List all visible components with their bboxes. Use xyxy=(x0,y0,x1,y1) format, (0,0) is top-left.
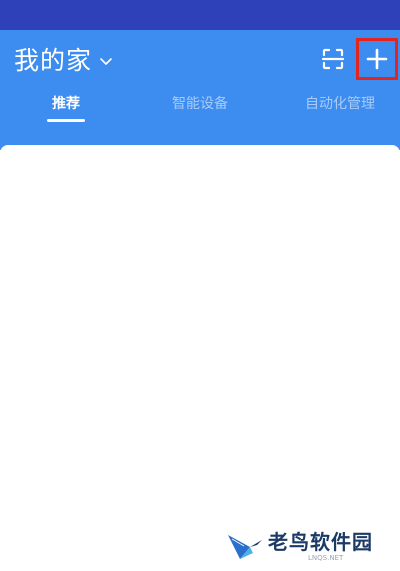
home-selector[interactable]: 我的家 xyxy=(14,44,114,78)
watermark-name: 老鸟软件园 xyxy=(268,529,373,554)
bird-logo-icon xyxy=(228,534,262,559)
tab-bar: 推荐 智能设备 自动化管理 xyxy=(0,90,400,130)
scan-button[interactable] xyxy=(318,44,348,74)
tab-label: 自动化管理 xyxy=(305,96,375,112)
tab-active-indicator xyxy=(47,119,85,122)
tab-smart-devices[interactable]: 智能设备 xyxy=(160,90,240,126)
plus-icon xyxy=(366,48,388,70)
tab-label: 推荐 xyxy=(52,96,80,112)
app-header: 我的家 推荐 智能设备 自动化管理 xyxy=(0,30,400,150)
tab-label: 智能设备 xyxy=(172,96,228,112)
status-bar xyxy=(0,0,400,30)
watermark-url: LNQS.NET xyxy=(308,553,344,562)
tab-recommend[interactable]: 推荐 xyxy=(40,90,92,126)
home-title: 我的家 xyxy=(14,46,93,75)
content-area xyxy=(0,145,400,571)
watermark: 老鸟软件园 LNQS.NET xyxy=(200,520,400,571)
chevron-down-icon xyxy=(100,58,112,65)
add-button[interactable] xyxy=(356,38,398,80)
tab-automation[interactable]: 自动化管理 xyxy=(290,90,390,126)
scan-icon xyxy=(321,48,345,70)
